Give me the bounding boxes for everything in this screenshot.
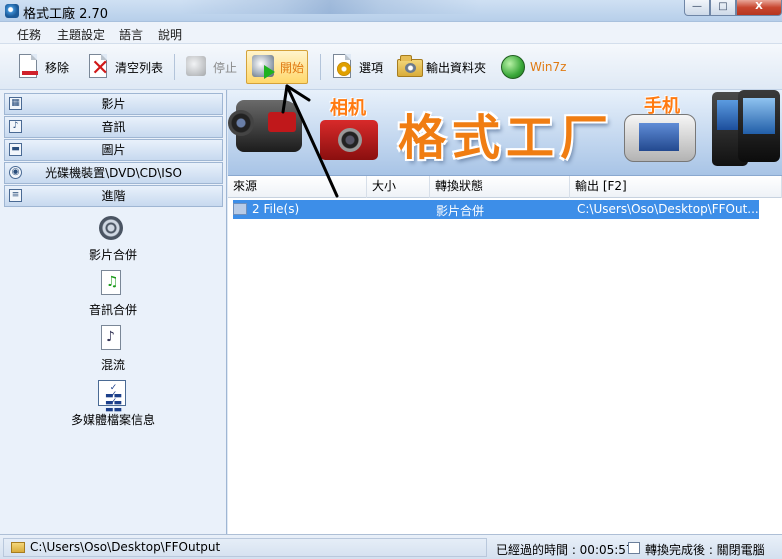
category-label: 光碟機裝置\DVD\CD\ISO [45,166,182,180]
menu-theme[interactable]: 主題設定 [57,26,105,43]
stop-button[interactable]: 停止 [180,50,240,84]
status-path-text: C:\Users\Oso\Desktop\FFOutput [30,540,221,554]
options-gear-icon [329,53,355,81]
app-icon [5,4,19,18]
category-picture[interactable]: ▬ 圖片 [4,139,223,161]
task-list[interactable]: 來源 大小 轉換狀態 輸出 [F2] 2 File(s) 影片合併 C:\Use… [228,176,782,534]
column-size[interactable]: 大小 [367,176,430,198]
film-reel-icon [97,214,125,242]
camera-image [320,120,378,160]
start-play-icon [250,53,276,81]
tool-label: 影片合併 [88,248,137,262]
minimize-button[interactable]: — [684,0,710,16]
toolbar-separator [320,54,321,80]
mux-doc-icon: ♪ [97,324,125,352]
close-button[interactable]: X [736,0,782,16]
elapsed-time: 已經過的時間 : 00:05:57 [496,543,634,557]
clear-list-label: 清空列表 [115,60,164,75]
disc-icon: ◉ [9,166,22,179]
status-output-path: C:\Users\Oso\Desktop\FFOutput [3,538,487,557]
column-status[interactable]: 轉換狀態 [430,176,570,198]
stop-icon [183,53,209,81]
advanced-tools: 影片合併 ♫ 音訊合併 ♪ 混流 ✓ ▬▬ ✓ ▬▬ ✓ ▬▬ 多媒體檔案信息 [0,208,226,434]
phone-image [738,90,780,162]
folder-icon [11,542,25,553]
picture-icon: ▬ [9,143,22,156]
tool-mux[interactable]: ♪ 混流 [0,324,226,379]
folder-icon [396,53,423,81]
menu-bar: 任務 主題設定 語言 說明 [0,22,782,44]
remove-doc-icon [15,53,41,81]
row-status: 影片合併 [436,204,485,218]
options-label: 選項 [359,60,384,75]
tool-label: 多媒體檔案信息 [70,413,155,427]
options-button[interactable]: 選項 [326,50,386,84]
tool-audio-join[interactable]: ♫ 音訊合併 [0,269,226,324]
clear-list-button[interactable]: ✕ 清空列表 [82,50,166,84]
music-doc-icon: ♫ [97,269,125,297]
task-list-header: 來源 大小 轉換狀態 輸出 [F2] [228,176,782,198]
tool-label: 混流 [100,358,125,372]
title-bar: 格式工廠 2.70 — □ X [0,0,782,22]
file-icon [233,203,247,215]
remove-button[interactable]: 移除 [12,50,72,84]
category-audio[interactable]: ♪ 音訊 [4,116,223,138]
film-icon: ▦ [9,97,22,110]
advanced-icon: ≡ [9,189,22,202]
row-source: 2 File(s) [252,202,300,216]
banner-camera-label: 相机 [330,98,366,119]
after-complete-checkbox[interactable] [628,542,640,554]
column-output[interactable]: 輸出 [F2] [570,176,782,198]
left-panel: ▦ 影片 ♪ 音訊 ▬ 圖片 ◉ 光碟機裝置\DVD\CD\ISO ≡ 進階 影… [0,90,227,534]
phone-image [624,114,696,162]
win7z-label: Win7z [530,60,567,74]
category-advanced[interactable]: ≡ 進階 [4,185,223,207]
win7z-globe-icon [500,53,526,81]
tool-media-info[interactable]: ✓ ▬▬ ✓ ▬▬ ✓ ▬▬ 多媒體檔案信息 [0,379,226,434]
banner: 相机 格式工厂 手机 [228,90,782,176]
window-title: 格式工廠 2.70 [23,7,109,22]
menu-task[interactable]: 任務 [17,26,41,43]
menu-help[interactable]: 說明 [158,26,182,43]
category-label: 進階 [101,189,126,203]
toolbar: 移除 ✕ 清空列表 停止 開始 選項 輸出資料夾 Win7z [0,44,782,90]
output-folder-button[interactable]: 輸出資料夾 [393,50,489,84]
toolbar-separator [174,54,175,80]
tool-label: 音訊合併 [88,303,137,317]
tool-video-join[interactable]: 影片合併 [0,214,226,269]
category-video[interactable]: ▦ 影片 [4,93,223,115]
clear-list-icon: ✕ [89,54,110,81]
music-icon: ♪ [9,120,22,133]
title-bar-background [180,0,680,14]
row-output: C:\Users\Oso\Desktop\FFOut... [577,202,759,216]
output-folder-label: 輸出資料夾 [426,60,487,75]
checklist-icon: ✓ ▬▬ ✓ ▬▬ ✓ ▬▬ [97,379,126,415]
category-label: 音訊 [101,120,126,134]
menu-language[interactable]: 語言 [119,26,143,43]
category-disc[interactable]: ◉ 光碟機裝置\DVD\CD\ISO [4,162,223,184]
column-source[interactable]: 來源 [228,176,367,198]
camcorder-image [228,100,302,152]
start-button[interactable]: 開始 [246,50,309,84]
banner-title: 格式工厂 [398,110,615,166]
stop-label: 停止 [213,60,238,75]
win7z-button[interactable]: Win7z [497,50,569,84]
status-bar: C:\Users\Oso\Desktop\FFOutput 已經過的時間 : 0… [0,534,782,559]
category-label: 影片 [101,97,126,111]
after-complete-label: 轉換完成後 : 關閉電腦 [645,543,765,557]
table-row[interactable]: 2 File(s) 影片合併 C:\Users\Oso\Desktop\FFOu… [233,200,759,219]
category-label: 圖片 [101,143,126,157]
start-label: 開始 [280,60,305,75]
remove-label: 移除 [45,60,70,75]
maximize-button[interactable]: □ [710,0,736,16]
